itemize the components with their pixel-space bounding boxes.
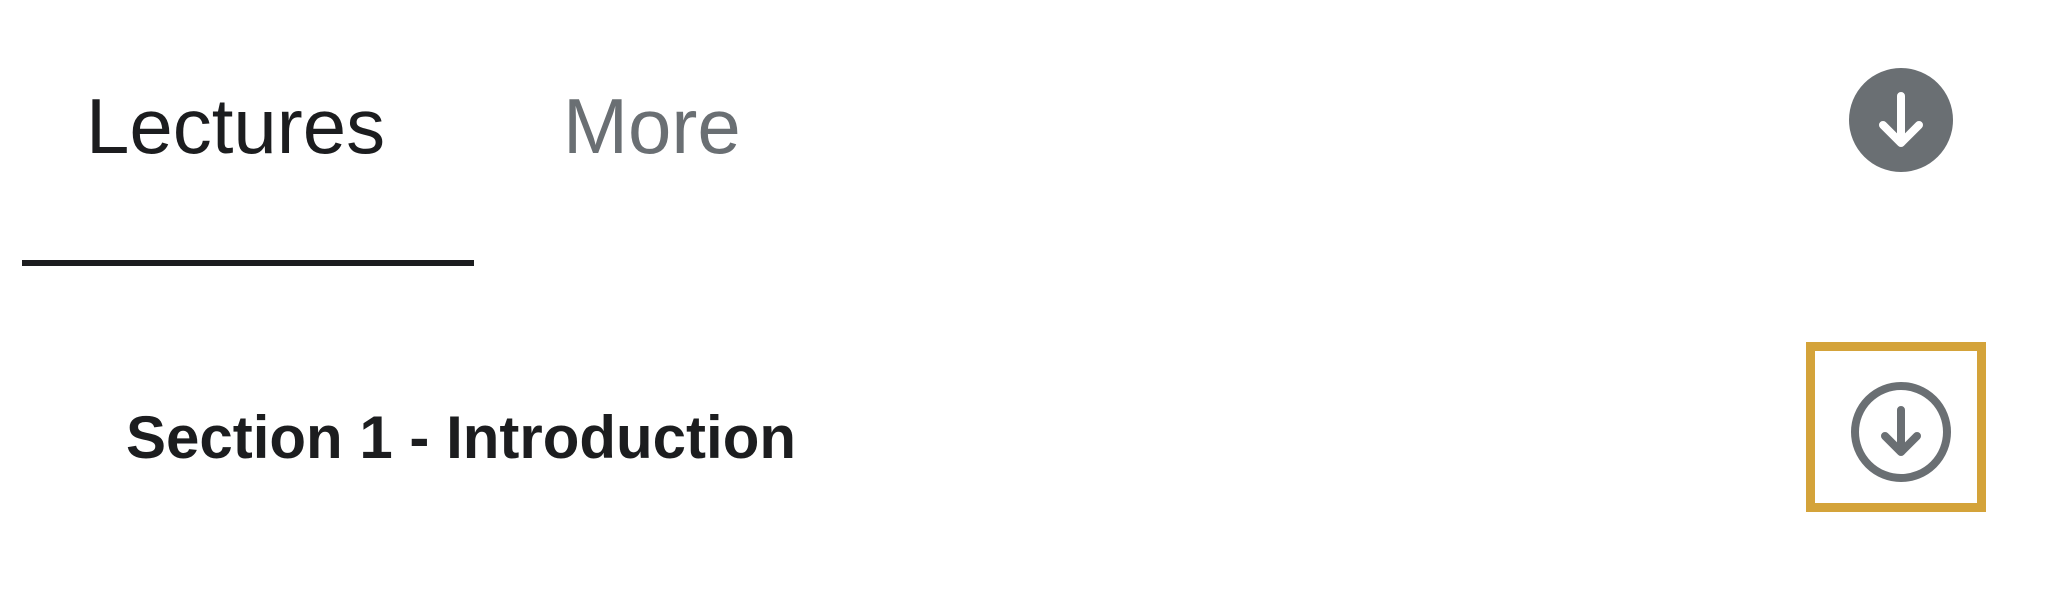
tab-lectures[interactable]: Lectures — [86, 78, 385, 174]
tab-more[interactable]: More — [563, 78, 741, 174]
tab-lectures-label: Lectures — [86, 82, 386, 170]
download-arrow-filled-circle-icon — [1879, 92, 1923, 147]
download-arrow-outline-circle-icon — [1851, 382, 1951, 482]
active-tab-indicator — [22, 260, 474, 266]
course-content-screen: Lectures More Section 1 - Introduction — [0, 0, 2048, 596]
section-title: Section 1 - Introduction — [126, 404, 796, 471]
download-all-button[interactable] — [1849, 68, 1953, 172]
tab-more-label: More — [563, 82, 741, 170]
section-download-button[interactable] — [1849, 380, 1953, 484]
